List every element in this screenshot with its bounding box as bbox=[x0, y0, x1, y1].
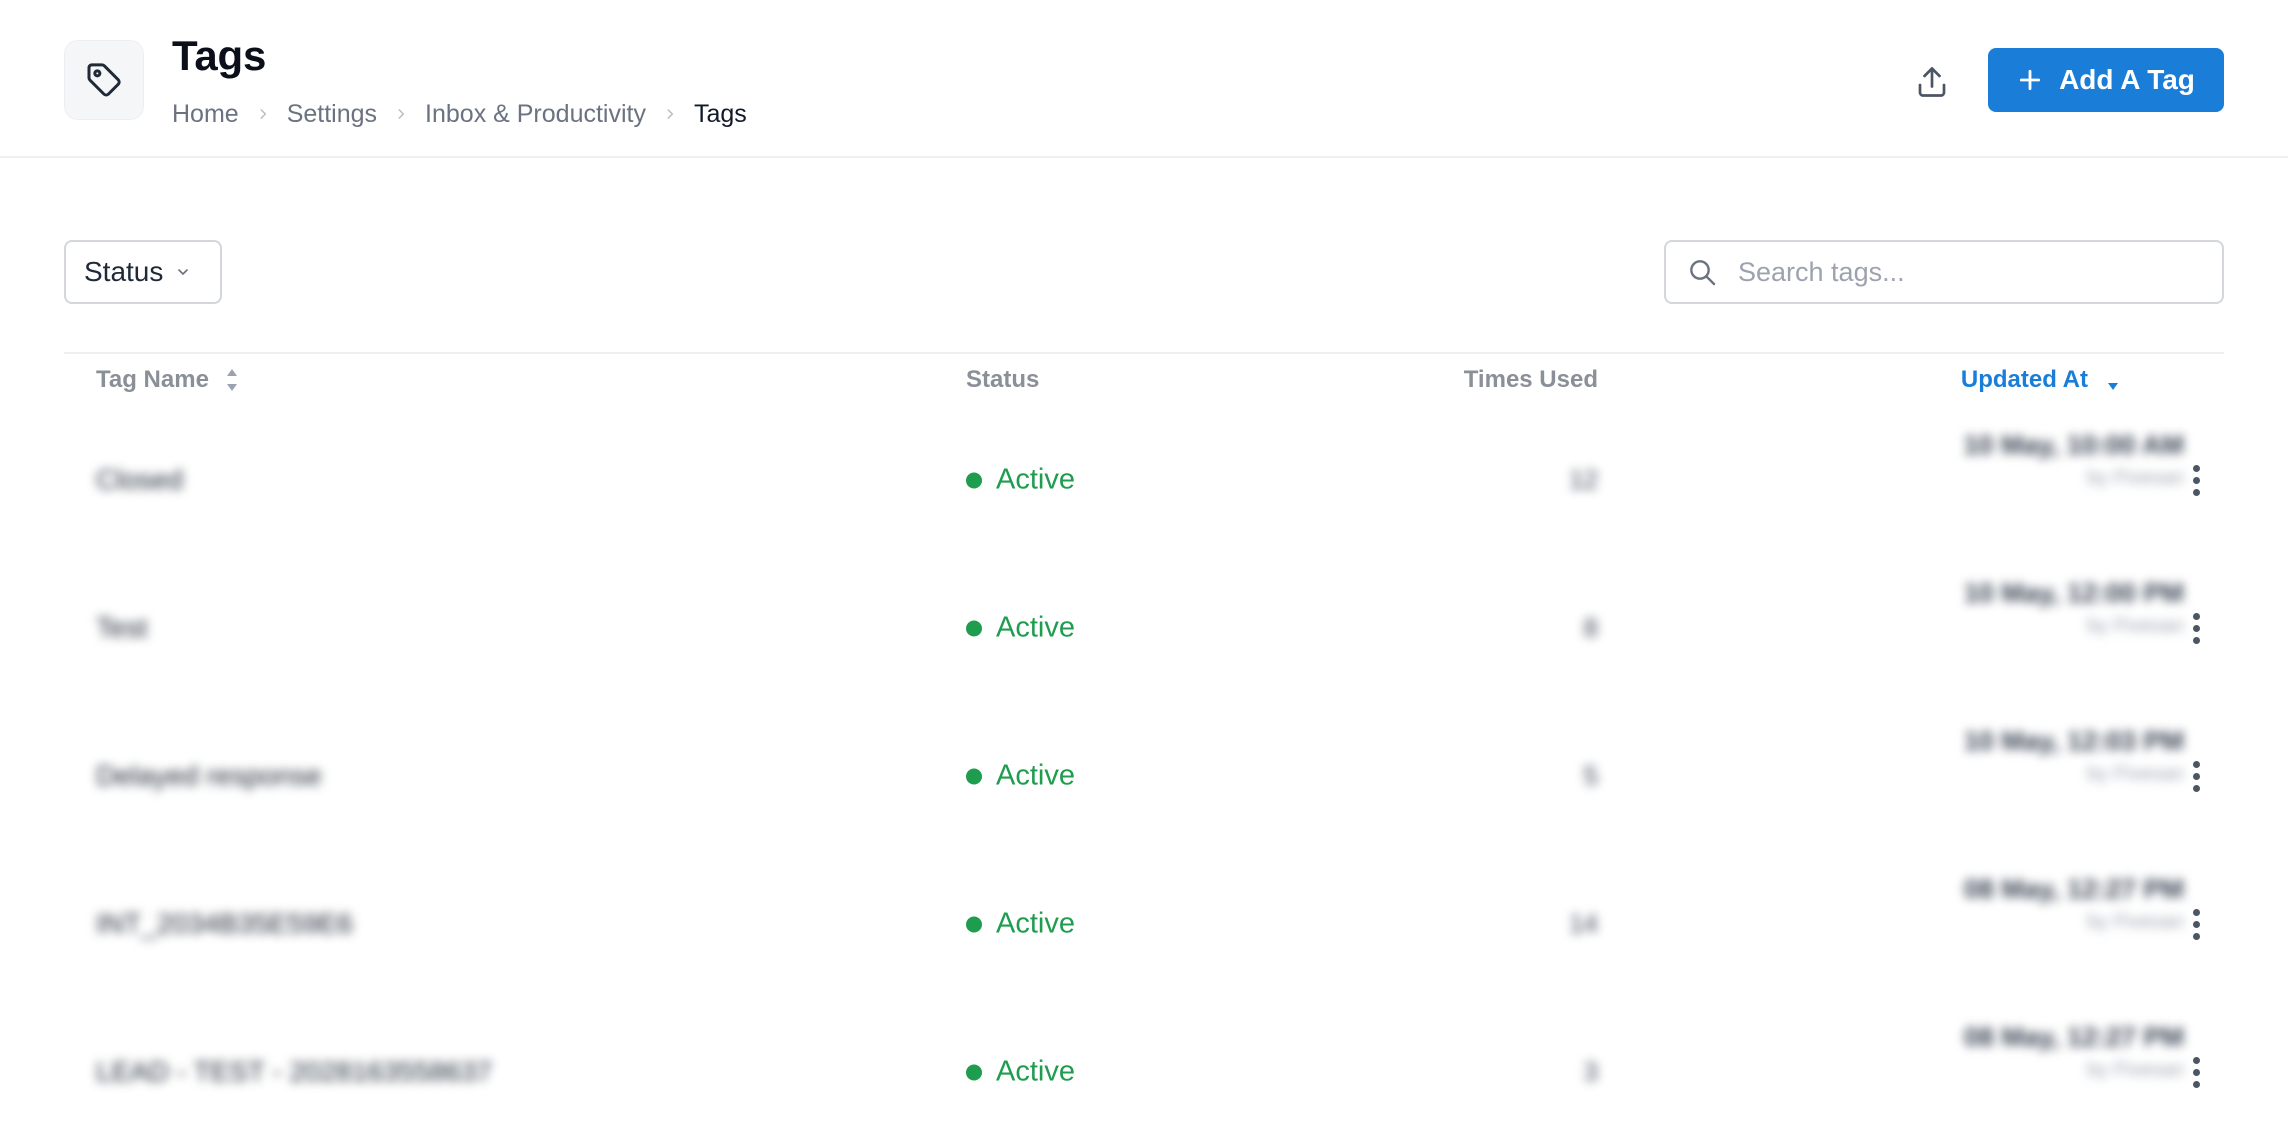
column-header-label: Times Used bbox=[1463, 366, 1598, 393]
updated-date: 08 May, 12:27 PM bbox=[1963, 1022, 2184, 1052]
column-header-status: Status bbox=[966, 364, 1039, 396]
export-button[interactable] bbox=[1904, 54, 1960, 110]
plus-icon bbox=[2020, 69, 2041, 91]
row-more-options-icon[interactable] bbox=[2176, 900, 2216, 948]
updated-at-cell: 10 May, 12:00 PM by Fivesan bbox=[1804, 578, 2184, 638]
column-header-label: Status bbox=[966, 366, 1040, 393]
updated-date: 10 May, 12:00 PM bbox=[1963, 578, 2184, 608]
updated-by: by Fivesan bbox=[2087, 467, 2184, 489]
row-more-options-icon[interactable] bbox=[2176, 456, 2216, 504]
tag-name-cell: Delayed response bbox=[96, 760, 322, 791]
status-text: Active bbox=[996, 463, 1075, 496]
times-used-cell: 14 bbox=[1569, 908, 1598, 939]
table-row[interactable]: LEAD - TEST - 2028163558637 Active 3 08 … bbox=[64, 998, 2224, 1140]
page-title: Tags bbox=[172, 32, 267, 79]
tag-name-cell: Closed bbox=[96, 464, 184, 495]
times-used-cell: 3 bbox=[1583, 1056, 1598, 1087]
status-dot-icon bbox=[966, 472, 982, 488]
upload-icon bbox=[1918, 67, 1946, 97]
chevron-down-icon bbox=[178, 269, 189, 275]
add-tag-button[interactable]: Add A Tag bbox=[1988, 48, 2224, 112]
times-used-cell: 5 bbox=[1583, 760, 1598, 791]
status-text: Active bbox=[996, 907, 1075, 940]
status-badge: Active bbox=[966, 908, 1075, 941]
column-header-tag-name[interactable]: Tag Name bbox=[96, 364, 239, 396]
row-more-options-icon[interactable] bbox=[2176, 604, 2216, 652]
updated-by: by Fivesan bbox=[2087, 763, 2184, 785]
sort-desc-icon bbox=[2108, 383, 2118, 390]
updated-by: by Fivesan bbox=[2087, 615, 2184, 637]
updated-date: 10 May, 10:00 AM bbox=[1963, 430, 2184, 460]
status-badge: Active bbox=[966, 464, 1075, 497]
status-text: Active bbox=[996, 759, 1075, 792]
chevron-right-icon bbox=[646, 98, 694, 130]
status-dot-icon bbox=[966, 768, 982, 784]
updated-date: 10 May, 12:03 PM bbox=[1963, 726, 2184, 756]
status-filter-dropdown[interactable]: Status bbox=[64, 240, 222, 304]
times-used-cell: 12 bbox=[1569, 464, 1598, 495]
breadcrumb-inbox-productivity[interactable]: Inbox & Productivity bbox=[425, 100, 646, 129]
status-text: Active bbox=[996, 611, 1075, 644]
tag-icon bbox=[64, 40, 144, 120]
column-header-label: Tag Name bbox=[96, 366, 209, 393]
status-badge: Active bbox=[966, 760, 1075, 793]
row-more-options-icon[interactable] bbox=[2176, 752, 2216, 800]
search-input[interactable] bbox=[1738, 256, 2208, 288]
updated-at-cell: 08 May, 12:27 PM by Fivesan bbox=[1804, 874, 2184, 934]
updated-by: by Fivesan bbox=[2087, 911, 2184, 933]
chevron-right-icon bbox=[377, 98, 425, 130]
column-header-times-used[interactable]: Times Used bbox=[1380, 364, 1598, 396]
times-used-cell: 8 bbox=[1583, 612, 1598, 643]
status-text: Active bbox=[996, 1055, 1075, 1088]
updated-date: 08 May, 12:27 PM bbox=[1963, 874, 2184, 904]
status-filter-label: Status bbox=[84, 256, 164, 287]
breadcrumb-home[interactable]: Home bbox=[172, 100, 239, 129]
table-top-divider bbox=[64, 352, 2224, 354]
column-header-label: Updated At bbox=[1960, 366, 2088, 393]
table-row[interactable]: Delayed response Active 5 10 May, 12:03 … bbox=[64, 702, 2224, 850]
status-dot-icon bbox=[966, 916, 982, 932]
table-row[interactable]: Test Active 8 10 May, 12:00 PM by Fivesa… bbox=[64, 554, 2224, 702]
updated-at-cell: 10 May, 10:00 AM by Fivesan bbox=[1804, 430, 2184, 490]
add-tag-button-label: Add A Tag bbox=[2059, 64, 2195, 95]
search-icon bbox=[1690, 260, 1716, 286]
tag-name-cell: INT_2034B35E59E6 bbox=[96, 908, 353, 939]
status-badge: Active bbox=[966, 612, 1075, 645]
table-row[interactable]: Closed Active 12 10 May, 10:00 AM by Fiv… bbox=[64, 406, 2224, 554]
updated-at-cell: 10 May, 12:03 PM by Fivesan bbox=[1804, 726, 2184, 786]
updated-at-cell: 08 May, 12:27 PM by Fivesan bbox=[1804, 1022, 2184, 1082]
row-more-options-icon[interactable] bbox=[2176, 1048, 2216, 1096]
breadcrumb-settings[interactable]: Settings bbox=[287, 100, 377, 129]
status-dot-icon bbox=[966, 1064, 982, 1080]
chevron-right-icon bbox=[239, 98, 287, 130]
status-badge: Active bbox=[966, 1056, 1075, 1089]
breadcrumb-tags: Tags bbox=[693, 99, 747, 128]
sort-icon bbox=[226, 369, 237, 391]
page-header: Tags Home Settings Inbox & Productivity … bbox=[0, 0, 2288, 158]
search-box[interactable] bbox=[1664, 240, 2224, 304]
updated-by: by Fivesan bbox=[2087, 1059, 2184, 1081]
column-header-updated-at[interactable]: Updated At bbox=[1880, 364, 2120, 396]
table-row[interactable]: INT_2034B35E59E6 Active 14 08 May, 12:27… bbox=[64, 850, 2224, 998]
status-dot-icon bbox=[966, 620, 982, 636]
tag-name-cell: Test bbox=[96, 612, 148, 643]
tag-name-cell: LEAD - TEST - 2028163558637 bbox=[96, 1056, 492, 1087]
breadcrumb: Home Settings Inbox & Productivity Tags bbox=[172, 98, 747, 130]
